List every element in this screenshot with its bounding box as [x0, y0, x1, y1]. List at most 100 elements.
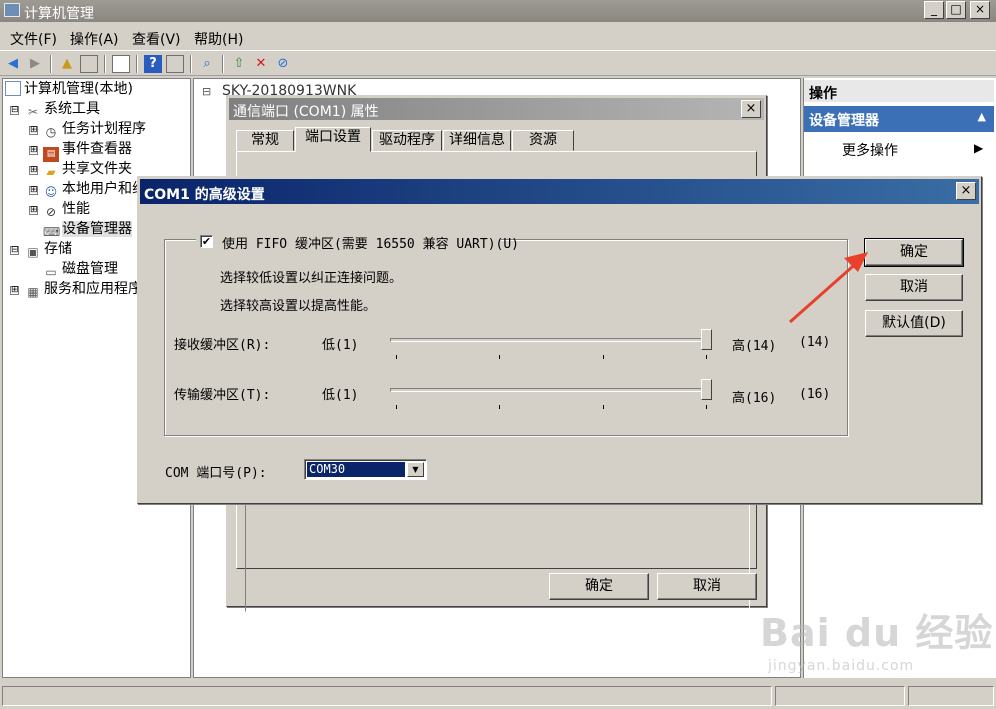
up-folder-icon[interactable]: ▲ — [58, 55, 76, 73]
slider-track — [390, 338, 712, 342]
tree-label: 存储 — [44, 241, 72, 257]
tree-label: 设备管理器 — [62, 221, 132, 237]
collapse-arrow-icon[interactable]: ▲ — [978, 110, 986, 123]
tree-item-storage[interactable]: ▣ 存储 — [25, 240, 72, 259]
cancel-button[interactable]: 取消 — [865, 274, 963, 301]
tree-item-root[interactable]: 计算机管理(本地) — [5, 80, 133, 99]
minimize-button[interactable]: _ — [924, 1, 944, 19]
disable-device-icon[interactable]: ⊘ — [274, 55, 292, 73]
fifo-checkbox[interactable]: ✔ — [200, 235, 213, 248]
tree-item-event-viewer[interactable]: ▤ 事件查看器 — [43, 140, 132, 162]
clock-icon: ◷ — [45, 125, 57, 139]
slider-tick — [499, 355, 500, 359]
tree-label: 任务计划程序 — [62, 121, 146, 137]
dialog-title-bar[interactable]: 通信端口 (COM1) 属性 — [229, 98, 764, 120]
com-port-select[interactable]: COM30 ▼ — [304, 459, 427, 480]
menu-action[interactable]: 操作(A) — [70, 29, 119, 49]
scan-hardware-icon[interactable]: ⌕ — [198, 55, 216, 73]
receive-high-label: 高(14) — [732, 339, 777, 354]
tree-item-local-users[interactable]: ☺ 本地用户和组 — [43, 180, 146, 199]
expand-icon[interactable]: ⊞ — [29, 206, 38, 215]
transmit-buffer-label: 传输缓冲区(T): — [174, 388, 271, 403]
slider-tick — [396, 405, 397, 409]
uninstall-icon[interactable]: ✕ — [252, 55, 270, 73]
toolbar-separator — [222, 55, 224, 73]
submenu-arrow-icon: ▶ — [974, 141, 984, 155]
menu-help[interactable]: 帮助(H) — [194, 29, 243, 49]
collapse-icon[interactable]: ⊟ — [202, 85, 211, 98]
tree-item-services-apps[interactable]: ▦ 服务和应用程序 — [25, 280, 142, 299]
slider-thumb[interactable] — [701, 379, 712, 400]
more-actions-link[interactable]: 更多操作 — [842, 140, 898, 160]
tree-item-shared-folders[interactable]: ▰ 共享文件夹 — [43, 160, 132, 179]
close-button[interactable]: × — [956, 182, 976, 200]
toolbar-separator — [190, 55, 192, 73]
status-cell — [2, 686, 772, 706]
chevron-down-icon[interactable]: ▼ — [407, 462, 424, 477]
show-hide-tree-icon[interactable] — [80, 55, 98, 73]
hint-higher: 选择较高设置以提高性能。 — [220, 299, 377, 314]
expand-icon[interactable]: ⊞ — [29, 166, 38, 175]
users-icon: ☺ — [44, 185, 58, 199]
close-button[interactable]: × — [741, 100, 761, 118]
tab-port-settings[interactable]: 端口设置 — [295, 127, 371, 152]
slider-tick — [396, 355, 397, 359]
slider-tick — [706, 405, 707, 409]
collapse-icon[interactable]: ⊟ — [10, 246, 19, 255]
show-action-pane-icon[interactable] — [166, 55, 184, 73]
transmit-buffer-slider[interactable] — [390, 379, 712, 413]
slider-tick — [499, 405, 500, 409]
com1-advanced-settings-dialog: COM1 的高级设置 × ✔ 使用 FIFO 缓冲区(需要 16550 兼容 U… — [137, 176, 982, 504]
tree-label: 性能 — [62, 201, 90, 217]
actions-section-device-manager[interactable]: 设备管理器 ▲ — [804, 106, 994, 132]
update-driver-icon[interactable]: ⇧ — [230, 55, 248, 73]
slider-thumb[interactable] — [701, 329, 712, 350]
receive-low-label: 低(1) — [322, 338, 359, 353]
help-icon[interactable]: ? — [144, 55, 162, 73]
tree-item-performance[interactable]: ⊘ 性能 — [43, 200, 90, 219]
tree-label: 服务和应用程序 — [44, 281, 142, 297]
properties-icon[interactable] — [112, 55, 130, 73]
tree-label: 磁盘管理 — [62, 261, 118, 277]
tree-item-task-scheduler[interactable]: ◷ 任务计划程序 — [43, 120, 146, 139]
slider-tick — [603, 355, 604, 359]
tools-icon: ✂ — [27, 105, 39, 119]
tree-item-device-manager[interactable]: ⌨ 设备管理器 — [43, 220, 132, 239]
com-port-value: COM30 — [307, 462, 405, 477]
expand-icon[interactable]: ⊞ — [29, 126, 38, 135]
tree-item-system-tools[interactable]: ✂ 系统工具 — [25, 100, 100, 119]
expand-icon[interactable]: ⊞ — [10, 286, 19, 295]
annotation-arrow-icon — [789, 252, 868, 324]
disk-icon: ▭ — [45, 265, 57, 279]
forward-arrow-icon[interactable]: ▶ — [26, 55, 44, 73]
collapse-icon[interactable]: ⊟ — [10, 106, 19, 115]
tab-resources[interactable]: 资源 — [512, 130, 574, 151]
expand-icon[interactable]: ⊞ — [29, 146, 38, 155]
dialog-title-bar[interactable]: COM1 的高级设置 — [140, 179, 979, 204]
maximize-button[interactable]: □ — [946, 1, 966, 19]
transmit-high-label: 高(16) — [732, 391, 777, 406]
expand-icon[interactable]: ⊞ — [29, 186, 38, 195]
cancel-button[interactable]: 取消 — [657, 573, 757, 600]
status-cell — [775, 686, 905, 706]
main-title-bar[interactable]: 计算机管理 _ □ × — [0, 0, 996, 22]
back-arrow-icon[interactable]: ◀ — [4, 55, 22, 73]
tree-label: 系统工具 — [44, 101, 100, 117]
tab-general[interactable]: 常规 — [236, 130, 294, 151]
ok-button[interactable]: 确定 — [864, 238, 964, 267]
toolbar-separator — [136, 55, 138, 73]
restore-defaults-button[interactable]: 默认值(D) — [865, 310, 963, 337]
menu-file[interactable]: 文件(F) — [10, 29, 57, 49]
com-port-label: COM 端口号(P): — [165, 466, 267, 481]
ok-button[interactable]: 确定 — [549, 573, 649, 600]
menu-view[interactable]: 查看(V) — [132, 29, 181, 49]
close-button[interactable]: × — [970, 1, 990, 19]
slider-track — [390, 388, 712, 392]
tree-item-disk-management[interactable]: ▭ 磁盘管理 — [43, 260, 118, 279]
tab-details[interactable]: 详细信息 — [443, 130, 511, 151]
receive-buffer-slider[interactable] — [390, 329, 712, 363]
watermark-url: jingyan.baidu.com — [768, 658, 915, 674]
tab-driver[interactable]: 驱动程序 — [372, 130, 442, 151]
fifo-checkbox-row[interactable]: ✔ 使用 FIFO 缓冲区(需要 16550 兼容 UART)(U) — [196, 231, 519, 252]
services-icon: ▦ — [27, 285, 39, 299]
